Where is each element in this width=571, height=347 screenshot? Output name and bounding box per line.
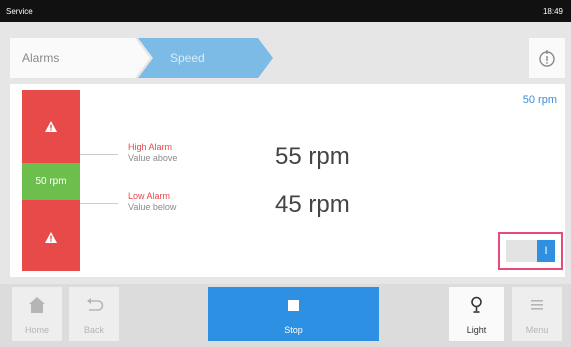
light-label: Light xyxy=(466,325,487,335)
warning-icon xyxy=(45,121,57,132)
stop-icon xyxy=(288,300,299,311)
setpoint-value: 50 rpm xyxy=(522,94,557,106)
low-alarm-tick xyxy=(80,203,118,204)
status-time: 18:49 xyxy=(542,7,563,16)
low-alarm-subtitle: Value below xyxy=(128,202,177,212)
bottom-nav: Home Back Stop Light Menu xyxy=(0,284,571,347)
back-label: Back xyxy=(83,325,104,335)
status-bar: Service 18:49 xyxy=(0,0,571,22)
breadcrumb-alarms[interactable]: Alarms xyxy=(10,38,150,78)
low-alarm-value[interactable]: 45 rpm xyxy=(275,191,350,219)
high-alarm-tick xyxy=(80,154,118,155)
stop-label: Stop xyxy=(284,325,303,335)
high-alarm-value[interactable]: 55 rpm xyxy=(275,143,350,171)
back-arrow-icon xyxy=(87,298,104,311)
speed-gauge: 50 rpm xyxy=(22,90,80,271)
back-button[interactable]: Back xyxy=(69,287,119,341)
breadcrumb: Alarms Speed xyxy=(10,38,565,78)
lightbulb-icon xyxy=(471,296,482,313)
high-alarm-subtitle: Value above xyxy=(128,153,178,163)
current-speed-zone: 50 rpm xyxy=(22,163,80,200)
menu-label: Menu xyxy=(525,325,549,335)
menu-button[interactable]: Menu xyxy=(512,287,562,341)
high-alarm-zone xyxy=(22,90,80,163)
light-button[interactable]: Light xyxy=(449,287,504,341)
help-button[interactable] xyxy=(529,38,565,78)
home-button[interactable]: Home xyxy=(12,287,62,341)
low-alarm-zone xyxy=(22,200,80,271)
warning-icon xyxy=(45,232,57,243)
home-label: Home xyxy=(24,325,49,335)
breadcrumb-speed[interactable]: Speed xyxy=(138,38,273,78)
low-alarm-title[interactable]: Low Alarm xyxy=(128,191,170,201)
alarm-enable-toggle[interactable]: I xyxy=(506,240,555,262)
info-circle-icon xyxy=(539,50,555,67)
toggle-knob[interactable]: I xyxy=(537,240,555,262)
alarm-panel: 50 rpm 50 rpm High Alarm Value above 55 … xyxy=(10,84,565,277)
hamburger-menu-icon xyxy=(531,300,543,310)
high-alarm-title[interactable]: High Alarm xyxy=(128,142,172,152)
stop-button[interactable]: Stop xyxy=(208,287,379,341)
status-title: Service xyxy=(6,7,33,16)
home-icon xyxy=(29,297,45,313)
